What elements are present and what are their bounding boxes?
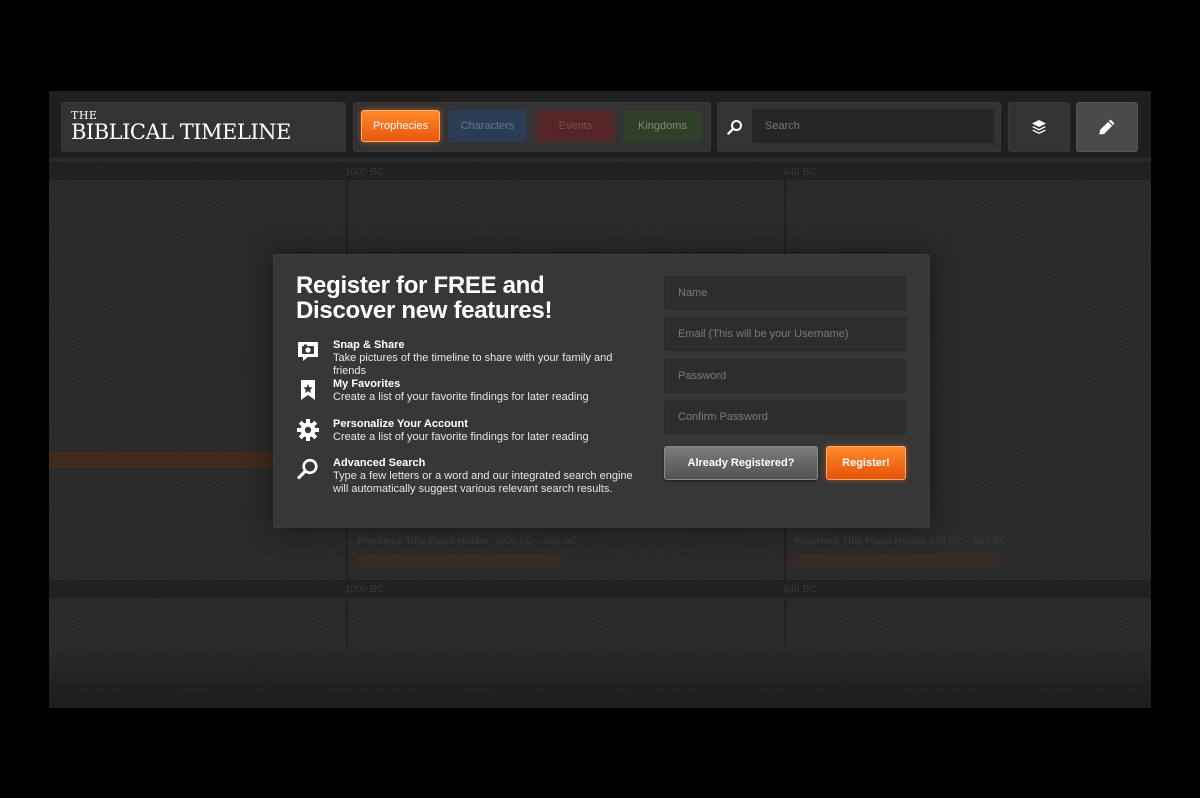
feature-title: My Favorites — [333, 378, 401, 390]
timeline-item-title[interactable]: Prophecy Title Place Holder — [357, 536, 489, 547]
timeline-divider — [346, 598, 348, 646]
footer-shade — [49, 646, 1151, 708]
search-box — [717, 102, 1001, 152]
timeline-marker: 1000 BC — [345, 584, 384, 595]
layers-icon — [1032, 120, 1046, 134]
search-icon — [297, 458, 318, 480]
feature-personalize: Personalize Your Account Create a list o… — [296, 418, 646, 446]
timeline-band-top — [49, 162, 1151, 180]
password-field[interactable] — [664, 359, 906, 393]
register-modal: Register for FREE and Discover new featu… — [273, 254, 930, 528]
search-input[interactable] — [752, 109, 994, 143]
timeline-item-range: 940 BC – 912 BC — [929, 536, 1007, 547]
logo-line-2: BIBLICAL TIMELINE — [71, 120, 291, 144]
layers-button[interactable] — [1008, 102, 1070, 152]
timeline-marker: 940 BC — [783, 167, 817, 178]
modal-title: Register for FREE and Discover new featu… — [296, 272, 553, 324]
top-header: THE BIBLICAL TIMELINE Prophecies Charact… — [49, 91, 1151, 158]
already-registered-button[interactable]: Already Registered? — [664, 446, 818, 480]
timeline-item-bar[interactable] — [794, 554, 999, 566]
camera-icon — [298, 342, 318, 361]
bookmark-star-icon — [301, 380, 315, 400]
feature-desc: Create a list of your favorite findings … — [333, 431, 589, 443]
timeline-item-bar[interactable] — [357, 554, 562, 566]
register-button[interactable]: Register! — [826, 446, 906, 480]
timeline-divider — [784, 598, 786, 646]
tab-prophecies[interactable]: Prophecies — [361, 110, 440, 142]
feature-desc: Take pictures of the timeline to share w… — [333, 352, 613, 377]
feature-title: Personalize Your Account — [333, 418, 468, 430]
feature-title: Snap & Share — [333, 339, 405, 351]
feature-title: Advanced Search — [333, 457, 426, 469]
gear-icon — [297, 419, 319, 441]
email-field[interactable] — [664, 317, 906, 351]
tab-kingdoms[interactable]: Kingdoms — [623, 110, 702, 142]
timeline-highlight-strip — [49, 452, 275, 468]
category-tabs: Prophecies Characters Events Kingdoms — [353, 102, 711, 152]
timeline-item-range: 1000 BC – 970 BC — [494, 536, 578, 547]
app-frame: 1000 BC 940 BC Prophecy Title Place Hold… — [49, 91, 1151, 708]
pencil-icon — [1099, 119, 1115, 135]
tab-events[interactable]: Events — [536, 110, 615, 142]
timeline-marker: 1000 BC — [345, 167, 384, 178]
timeline-item-title[interactable]: Prophecy Title Place Holder — [794, 536, 926, 547]
feature-advanced-search: Advanced Search Type a few letters or a … — [296, 457, 646, 497]
timeline-marker: 940 BC — [783, 584, 817, 595]
logo-box[interactable]: THE BIBLICAL TIMELINE — [61, 102, 346, 152]
timeline-band-bottom — [49, 580, 1151, 598]
edit-button[interactable] — [1076, 102, 1138, 152]
feature-desc: Create a list of your favorite findings … — [333, 391, 589, 403]
search-icon[interactable] — [727, 119, 743, 135]
feature-desc: Type a few letters or a word and our int… — [333, 470, 633, 495]
name-field[interactable] — [664, 276, 906, 310]
site-logo: THE BIBLICAL TIMELINE — [71, 110, 291, 143]
feature-snap-share: Snap & Share Take pictures of the timeli… — [296, 339, 646, 377]
confirm-password-field[interactable] — [664, 400, 906, 434]
feature-favorites: My Favorites Create a list of your favor… — [296, 378, 646, 406]
tab-characters[interactable]: Characters — [448, 110, 527, 142]
